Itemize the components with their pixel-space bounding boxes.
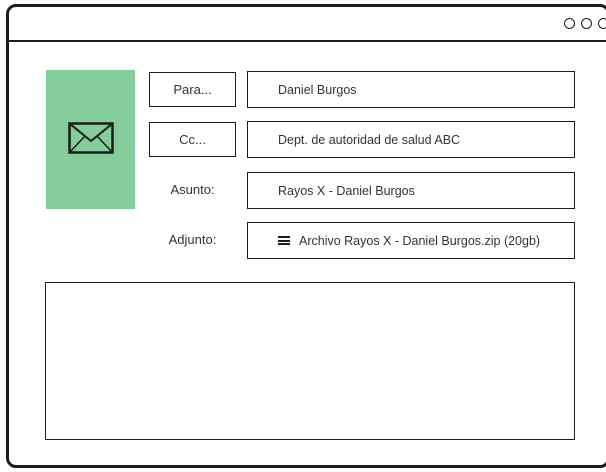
- title-bar: [9, 7, 606, 42]
- message-body[interactable]: [45, 282, 575, 440]
- file-lines-icon: [278, 236, 290, 245]
- cc-button[interactable]: Cc...: [149, 122, 236, 157]
- maximize-circle-icon[interactable]: [581, 18, 592, 29]
- compose-window: Para... Daniel Burgos Cc... Dept. de aut…: [6, 4, 606, 468]
- close-circle-icon[interactable]: [598, 18, 606, 29]
- attachment-field[interactable]: Archivo Rayos X - Daniel Burgos.zip (20g…: [247, 222, 575, 259]
- to-field[interactable]: Daniel Burgos: [247, 71, 575, 108]
- cc-field[interactable]: Dept. de autoridad de salud ABC: [247, 121, 575, 158]
- to-button[interactable]: Para...: [149, 72, 236, 107]
- minimize-circle-icon[interactable]: [564, 18, 575, 29]
- attachment-label: Adjunto:: [168, 232, 217, 247]
- envelope-icon: [67, 121, 114, 154]
- mail-app-logo: [46, 70, 135, 209]
- window-controls: [564, 18, 606, 29]
- subject-label: Asunto:: [170, 182, 215, 197]
- subject-field[interactable]: Rayos X - Daniel Burgos: [247, 172, 575, 209]
- attachment-filename: Archivo Rayos X - Daniel Burgos.zip (20g…: [299, 233, 541, 248]
